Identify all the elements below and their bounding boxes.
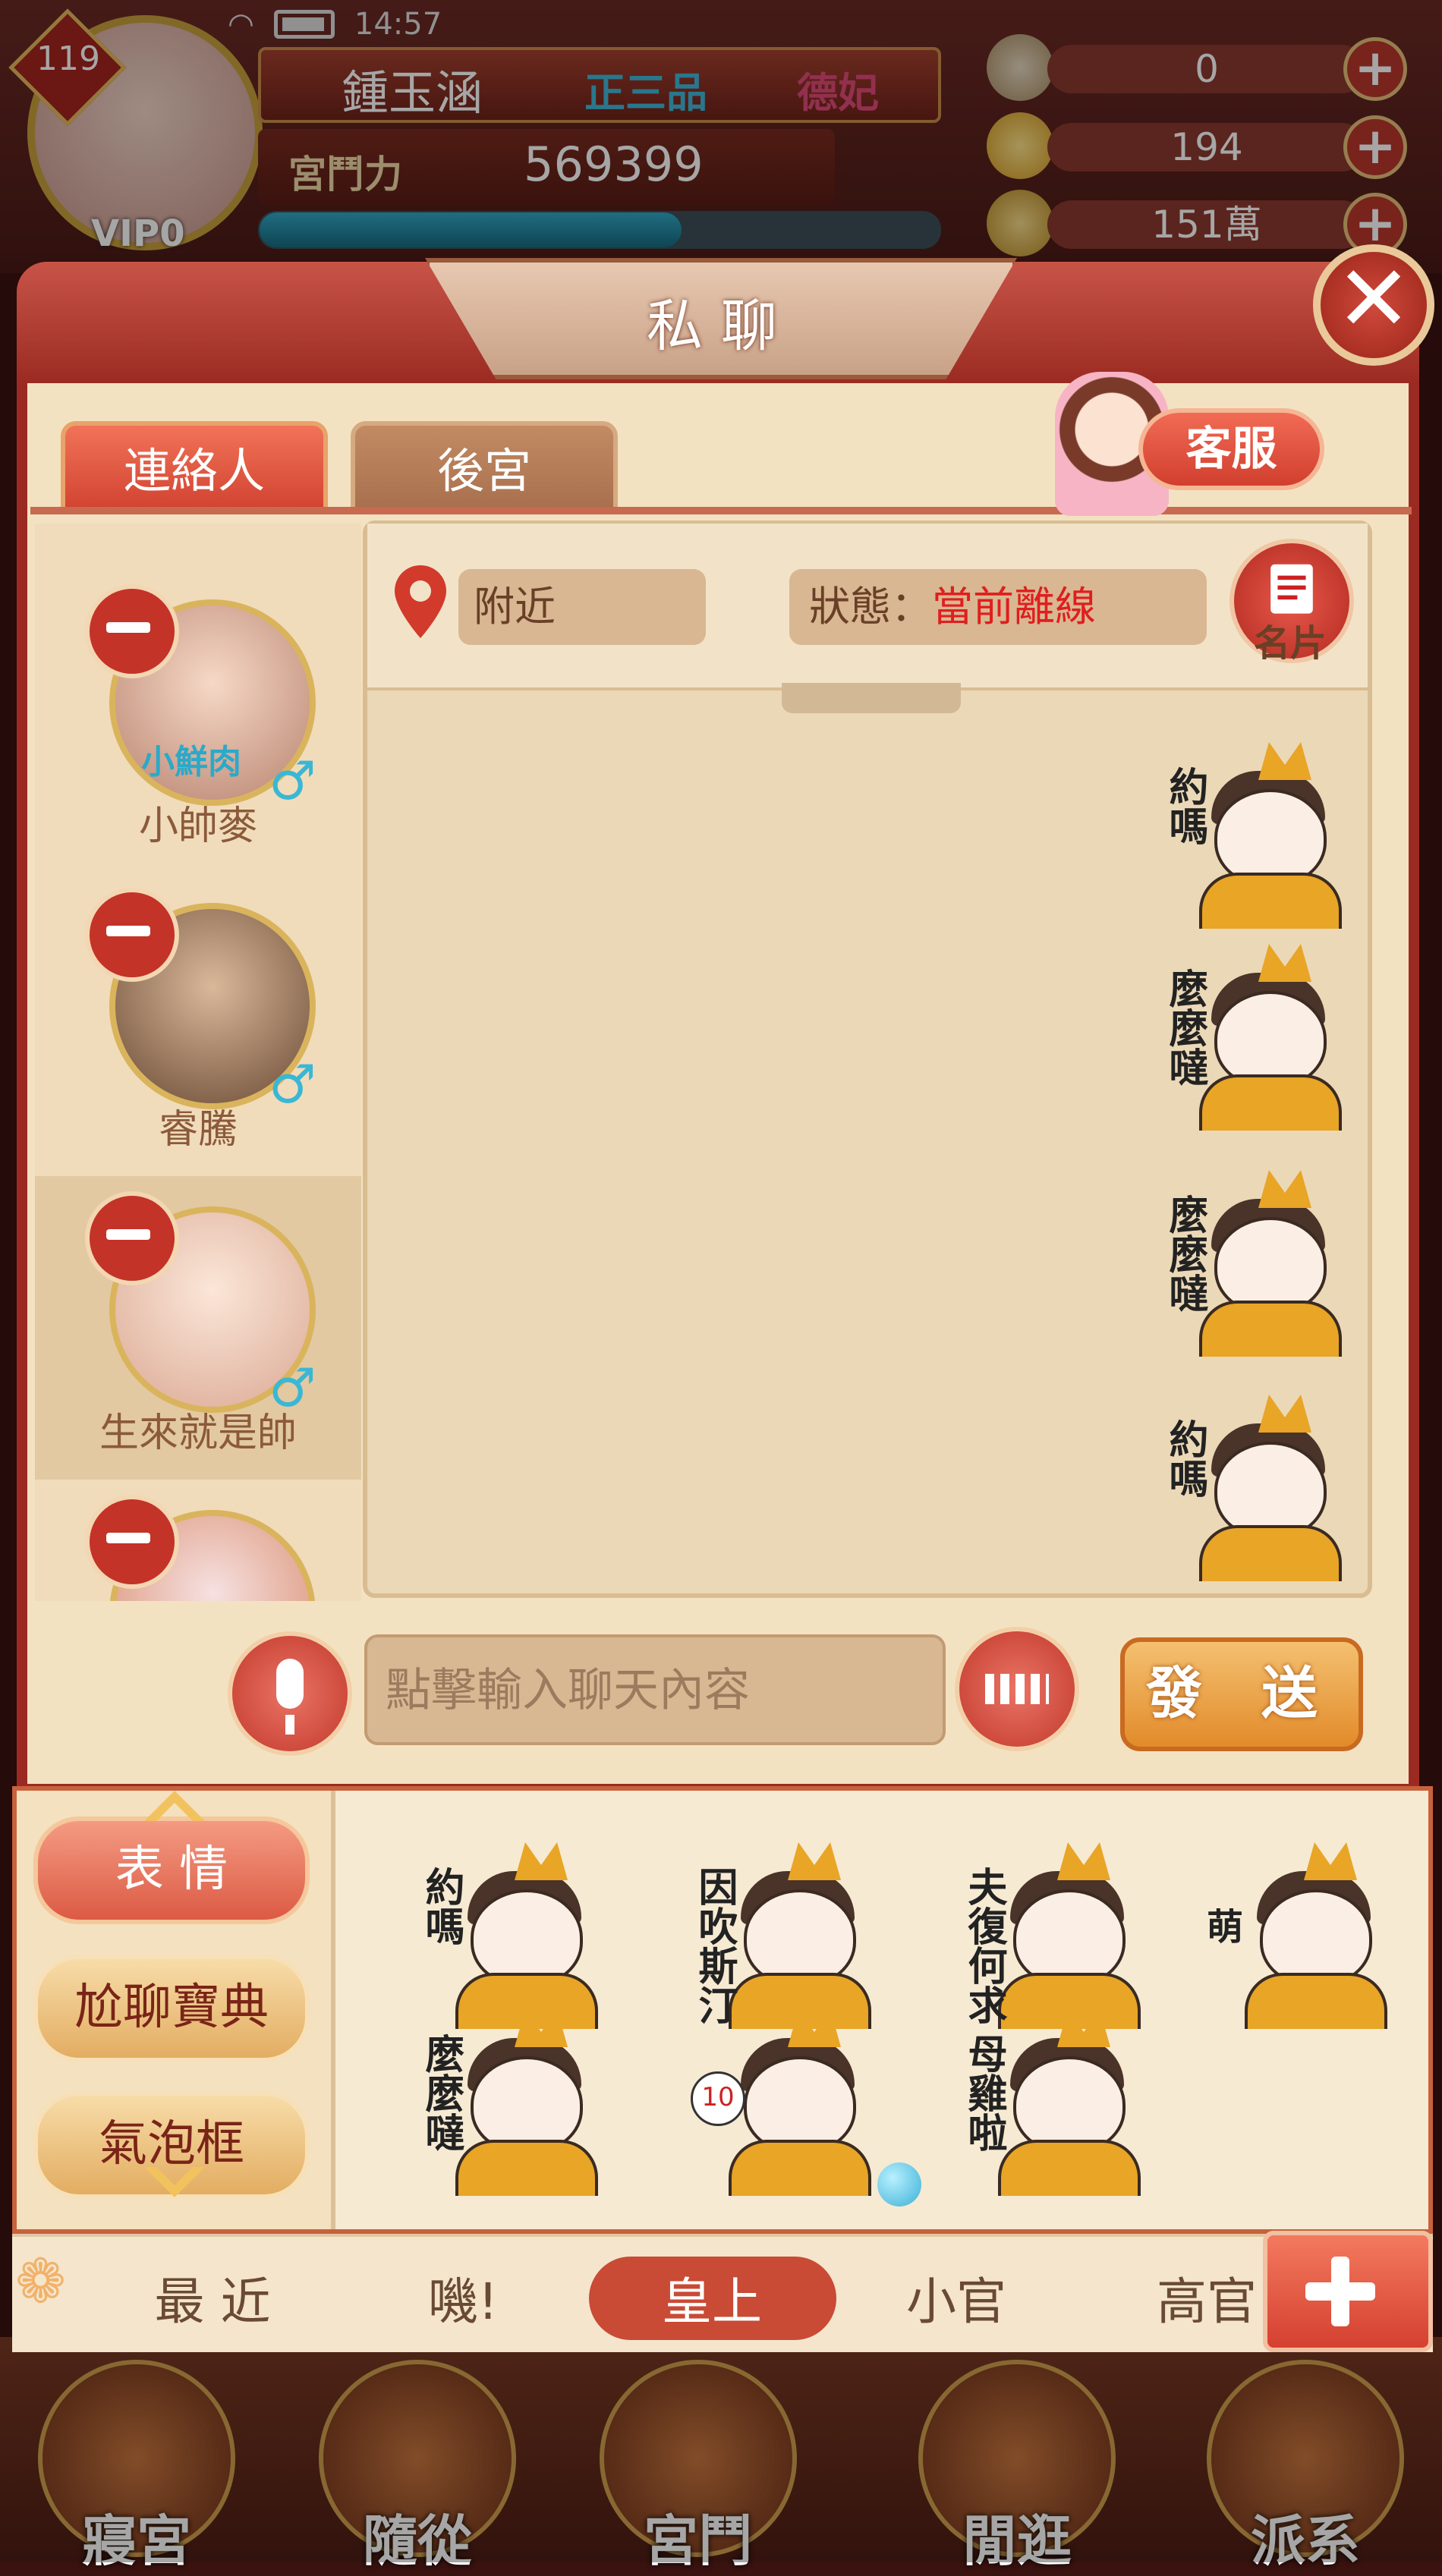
- remove-contact-button[interactable]: [85, 1191, 179, 1285]
- sticker-caption: 10: [691, 2071, 745, 2126]
- remove-contact-button[interactable]: [85, 1495, 179, 1589]
- chat-sticker[interactable]: 麼麼噠: [1161, 1164, 1342, 1357]
- voice-input-button[interactable]: [228, 1631, 352, 1756]
- chat-sticker[interactable]: 約嗎: [1161, 1389, 1342, 1581]
- sticker-option[interactable]: 10: [691, 2003, 871, 2196]
- sticker-caption: 約嗎: [418, 1867, 464, 1945]
- chat-sticker[interactable]: 麼麼噠: [1161, 938, 1342, 1131]
- customer-service-button[interactable]: 客服: [1138, 408, 1324, 490]
- dialog-title: 私聊: [647, 294, 795, 359]
- chat-input[interactable]: 點擊輸入聊天內容: [364, 1634, 946, 1745]
- contact-name: 生來就是帥: [99, 1411, 297, 1456]
- remove-contact-button[interactable]: [85, 888, 179, 982]
- sticker-caption: 麼麼噠: [1162, 1194, 1207, 1313]
- timestamp-badge: [782, 683, 961, 713]
- location-field: 附近: [458, 569, 706, 645]
- category-recent[interactable]: 最 近: [114, 2261, 311, 2334]
- emoji-tab-button[interactable]: 表 情: [33, 1816, 310, 1924]
- chat-sticker[interactable]: 約嗎: [1161, 736, 1342, 929]
- add-sticker-pack-button[interactable]: [1263, 2231, 1433, 2352]
- sticker-caption: 母雞啦: [961, 2033, 1006, 2152]
- business-card-label: 名片: [1253, 622, 1327, 665]
- sticker-option[interactable]: 麼麼噠: [417, 2003, 598, 2196]
- sticker-caption: 夫復何求: [961, 1867, 1006, 2024]
- tab-underline: [30, 507, 1412, 514]
- contact-item[interactable]: [35, 1480, 361, 1601]
- keyboard-button[interactable]: [955, 1627, 1079, 1751]
- sticker-option[interactable]: 約嗎: [417, 1836, 598, 2029]
- sticker-option[interactable]: 因吹斯汀: [691, 1836, 871, 2029]
- sticker-caption: 因吹斯汀: [691, 1867, 737, 2024]
- contact-item-selected[interactable]: ♂ 生來就是帥: [35, 1176, 361, 1480]
- contact-tag: 小鮮肉: [141, 743, 241, 782]
- location-pin-icon: [395, 565, 446, 638]
- sticker-caption: 約嗎: [1162, 1419, 1207, 1498]
- category-ji[interactable]: 嘰!: [364, 2261, 562, 2334]
- category-emperor[interactable]: 皇上: [613, 2261, 811, 2334]
- page-indicator-dot: [877, 2162, 921, 2206]
- status-label: 狀態：: [809, 583, 932, 631]
- status-field: 狀態：當前離線: [789, 569, 1207, 645]
- sticker-caption: 萌: [1207, 1906, 1244, 1949]
- sticker-option[interactable]: 萌: [1207, 1836, 1387, 2029]
- category-minor-official[interactable]: 小官: [858, 2261, 1055, 2334]
- contact-list[interactable]: ♂ 小鮮肉 小帥麥 ♂ 睿騰 ♂ 生來就是帥: [35, 524, 361, 1601]
- flourish-icon: ❁: [15, 2246, 67, 2317]
- contact-item[interactable]: ♂ 小鮮肉 小帥麥: [35, 569, 361, 873]
- send-button[interactable]: 發 送: [1120, 1637, 1363, 1751]
- contact-name: 睿騰: [158, 1107, 238, 1153]
- remove-contact-button[interactable]: [85, 584, 179, 678]
- tab-harem[interactable]: 後宮: [351, 421, 618, 512]
- contact-name: 小帥麥: [138, 804, 257, 849]
- status-value: 當前離線: [932, 583, 1096, 631]
- sticker-caption: 麼麼噠: [1162, 968, 1207, 1087]
- sticker-caption: 麼麼噠: [418, 2033, 464, 2152]
- tab-contacts[interactable]: 連絡人: [61, 421, 328, 512]
- sticker-caption: 約嗎: [1162, 766, 1207, 845]
- sticker-option[interactable]: 夫復何求: [960, 1836, 1141, 2029]
- sticker-option[interactable]: 母雞啦: [960, 2003, 1141, 2196]
- contact-item[interactable]: ♂ 睿騰: [35, 873, 361, 1176]
- chat-guide-button[interactable]: 尬聊寶典: [33, 1955, 310, 2062]
- close-button[interactable]: ✕: [1313, 244, 1434, 366]
